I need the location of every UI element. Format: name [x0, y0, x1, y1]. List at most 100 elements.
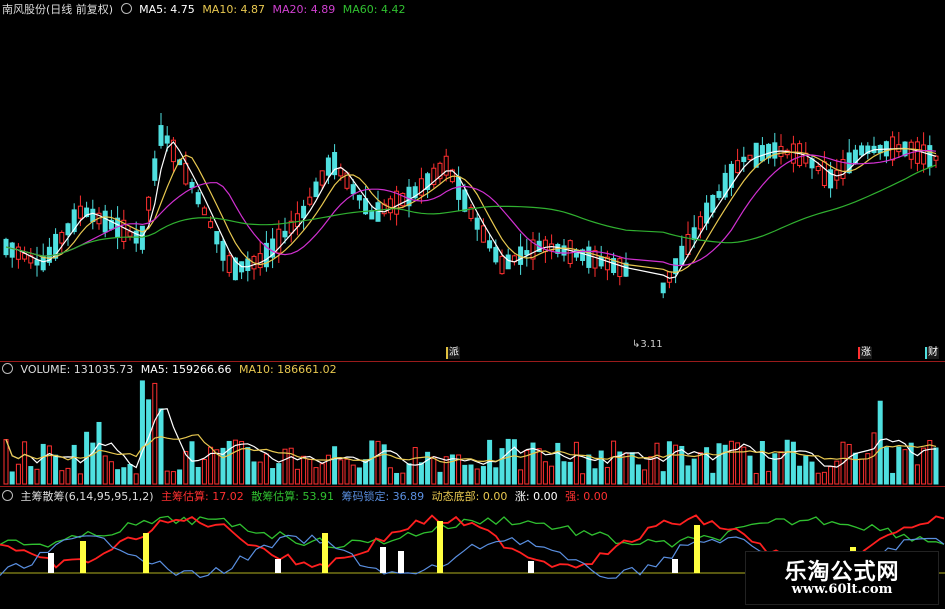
volume-bar — [133, 473, 139, 485]
volume-bar — [71, 444, 77, 485]
volume-bar — [666, 441, 672, 485]
event-tag-3[interactable]: 财 — [925, 347, 939, 359]
price-chart-panel[interactable]: 南风股份(日线 前复权) MA5: 4.75 MA10: 4.87 MA20: … — [0, 0, 945, 361]
white-signal-bar — [398, 551, 404, 573]
volume-bar — [239, 440, 245, 485]
volume-bar — [828, 466, 834, 485]
candle-body — [152, 158, 158, 181]
volume-bar — [511, 439, 517, 485]
candle-body — [859, 145, 865, 156]
volume-bar — [263, 453, 269, 485]
volume-bar — [276, 463, 282, 485]
candle-body — [772, 142, 778, 159]
volume-bar — [251, 461, 257, 485]
volume-bar — [815, 472, 821, 485]
volume-bar — [914, 464, 920, 485]
candle-body — [90, 208, 96, 223]
volume-bar — [728, 440, 734, 485]
candle-body — [164, 135, 170, 144]
volume-bar — [716, 443, 722, 485]
yellow-signal-bar — [143, 533, 149, 573]
scatter-chip-line — [0, 515, 945, 549]
volume-bar — [437, 471, 443, 485]
volume-bar — [927, 439, 933, 485]
volume-bar — [629, 452, 635, 485]
low-price-marker: ↳3.11 — [632, 339, 663, 350]
volume-bar — [604, 466, 610, 485]
candle-body — [40, 256, 46, 271]
volume-bar — [722, 444, 728, 485]
ma5-label: MA5: 4.75 — [139, 3, 195, 16]
watermark-url: www.60lt.com — [791, 582, 893, 597]
volume-bar — [536, 448, 542, 485]
volume-bar — [15, 463, 21, 485]
candle-body — [927, 145, 933, 168]
candle-body — [660, 282, 666, 294]
settings-circle-icon[interactable] — [2, 490, 13, 501]
candle-body — [592, 250, 598, 269]
settings-circle-icon[interactable] — [2, 363, 13, 374]
volume-bar — [65, 467, 71, 485]
volume-bar — [301, 455, 307, 485]
volume-bar — [648, 456, 654, 485]
indicator-chart-panel[interactable]: 主筹散筹(6,14,95,95,1,2) 主筹估算: 17.02 散筹估算: 5… — [0, 487, 945, 609]
volume-bar — [518, 469, 524, 485]
volume-ma10: MA10: 186661.02 — [238, 363, 337, 376]
volume-bar — [195, 466, 201, 485]
volume-bar — [394, 472, 400, 485]
main-estimate: 主筹估算: 17.02 — [161, 490, 244, 503]
candle-body — [487, 240, 493, 249]
volume-bar — [201, 459, 207, 485]
volume-bars — [3, 380, 939, 485]
settings-circle-icon[interactable] — [120, 3, 132, 14]
volume-bar — [282, 448, 288, 485]
candle-body — [462, 189, 468, 212]
volume-bar — [177, 469, 183, 485]
volume-bar — [660, 471, 666, 485]
volume-bar — [152, 382, 158, 485]
volume-bar — [902, 449, 908, 485]
volume-bar — [418, 462, 424, 485]
volume-bar — [803, 455, 809, 485]
event-tag-2[interactable]: 涨 — [858, 347, 872, 359]
volume-bar — [685, 465, 691, 485]
volume-bar — [790, 441, 796, 485]
volume-bar — [921, 447, 927, 485]
rise-value: 涨: 0.00 — [514, 490, 558, 503]
volume-bar — [270, 468, 276, 485]
volume-bar — [313, 467, 319, 485]
volume-bar — [852, 452, 858, 485]
volume-bar — [772, 453, 778, 485]
volume-bar — [28, 466, 34, 485]
volume-bar — [797, 465, 803, 485]
volume-bar — [443, 456, 449, 485]
volume-bar — [344, 458, 350, 485]
volume-bar — [3, 439, 9, 485]
candlestick-chart — [3, 113, 939, 299]
volume-bar — [387, 467, 393, 485]
volume-bar — [127, 464, 133, 485]
candle-body — [908, 141, 914, 160]
candle-body — [15, 246, 21, 260]
candle-body — [710, 194, 716, 213]
yellow-signal-bar — [322, 533, 328, 573]
volume-chart-panel[interactable]: VOLUME: 131035.73 MA5: 159266.66 MA10: 1… — [0, 362, 945, 486]
strong-value: 强: 0.00 — [565, 490, 608, 503]
candle-body — [214, 231, 220, 245]
volume-bar — [350, 464, 356, 485]
candle-body — [505, 254, 511, 270]
white-signal-bar — [380, 547, 386, 573]
volume-bar — [859, 458, 865, 485]
volume-bar — [679, 445, 685, 485]
dynamic-bottom: 动态底部: 0.00 — [431, 490, 508, 503]
volume-bar — [356, 467, 362, 485]
event-tag-1[interactable]: 派 — [446, 347, 460, 359]
candle-body — [282, 230, 288, 238]
chip-locked: 筹码锁定: 36.89 — [341, 490, 425, 503]
volume-bar — [561, 461, 567, 485]
candle-body — [753, 142, 759, 168]
volume-bar — [493, 467, 499, 485]
volume-bar — [766, 470, 772, 485]
candle-body — [102, 210, 108, 233]
candle-body — [146, 196, 152, 211]
